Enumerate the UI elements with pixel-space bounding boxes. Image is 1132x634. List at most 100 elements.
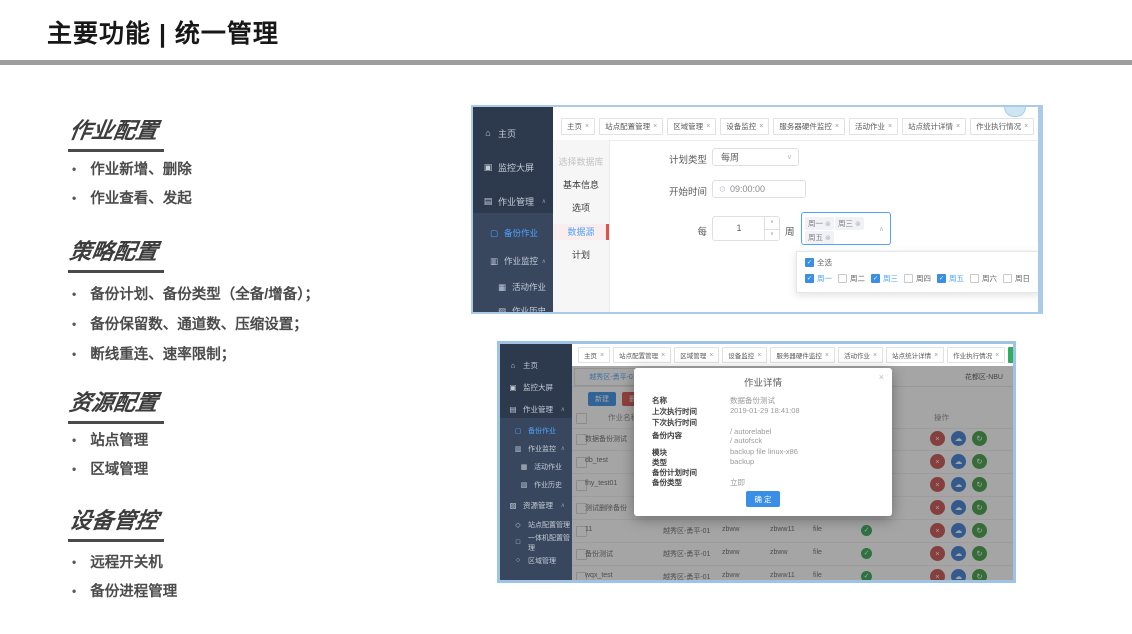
close-tab-icon[interactable]: × (825, 352, 829, 359)
tab-site-stats[interactable]: 站点统计详情 × (886, 347, 945, 363)
checkbox-icon[interactable] (970, 274, 979, 283)
step-plan[interactable]: 计划 (553, 247, 609, 263)
weekday-option[interactable]: 周二 (838, 273, 871, 284)
tab-label: 站点配置管理 (605, 122, 651, 131)
tab-job-exec[interactable]: 作业执行情况 × (970, 118, 1035, 135)
weekday-option[interactable]: 周四 (904, 273, 937, 284)
close-tab-icon[interactable]: × (661, 352, 665, 359)
checkbox-icon[interactable]: ✓ (937, 274, 946, 283)
close-tab-icon[interactable]: × (706, 123, 710, 130)
tab-region[interactable]: 区域管理 × (667, 118, 717, 135)
tab-region[interactable]: 区域管理 × (674, 347, 720, 363)
close-tab-icon[interactable]: × (995, 352, 999, 359)
tab-label: 主页 (567, 122, 582, 131)
checkbox-icon[interactable]: ✓ (871, 274, 880, 283)
close-tab-icon[interactable]: × (600, 352, 604, 359)
tab-site-config[interactable]: 站点配置管理 × (599, 118, 664, 135)
weekday-option[interactable]: 周六 (970, 273, 1003, 284)
tab-home[interactable]: 主页 × (578, 347, 611, 363)
step-basic-info[interactable]: 基本信息 (553, 177, 609, 193)
weekday-option[interactable]: ✓ 周五 (937, 273, 970, 284)
sidebar-item-job-management[interactable]: ▤ 作业管理 ∧ (473, 191, 553, 211)
sidebar-item-region-management[interactable]: ○ 区域管理 (500, 552, 572, 569)
sidebar-item-job-history[interactable]: ▧ 作业历史 (473, 301, 553, 314)
close-tab-icon[interactable]: × (873, 352, 877, 359)
close-tab-icon[interactable]: × (888, 123, 892, 130)
sidebar-item-job-monitor[interactable]: ▥ 作业监控 ∧ (500, 440, 572, 457)
close-tab-icon[interactable]: × (934, 352, 938, 359)
stepper-down-icon[interactable]: ∨ (764, 229, 779, 240)
job-history-icon: ▧ (497, 305, 507, 314)
sidebar-item-active-jobs[interactable]: ▦ 活动作业 (473, 277, 553, 297)
remove-tag-icon[interactable]: ⊗ (825, 234, 831, 242)
bullet-dot: • (72, 554, 77, 569)
tab-device-monitor[interactable]: 设备监控 × (722, 347, 768, 363)
weekday-multiselect[interactable]: 周一 ⊗ 周三 ⊗ 周五 ⊗ ∧ (801, 212, 891, 245)
tab-site-config[interactable]: 站点配置管理 × (613, 347, 672, 363)
tab-backup-jobs-active[interactable]: ●备份作业× (1008, 347, 1013, 363)
field-value: 2019-01-29 18:41:08 (730, 406, 800, 415)
sidebar-item-home[interactable]: ⌂ 主页 (500, 356, 572, 374)
checkbox-icon[interactable]: ✓ (805, 258, 814, 267)
sidebar-item-site-config[interactable]: ◇ 站点配置管理 (500, 516, 572, 533)
tab-server-hardware[interactable]: 服务器硬件监控 × (773, 118, 845, 135)
sidebar-item-label: 活动作业 (534, 463, 562, 471)
tab-active-jobs[interactable]: 活动作业 × (848, 118, 899, 135)
sidebar-item-job-history[interactable]: ▧ 作业历史 (500, 476, 572, 493)
select-all-option[interactable]: ✓ 全选 (805, 257, 832, 268)
close-tab-icon[interactable]: × (709, 352, 713, 359)
tab-home[interactable]: 主页 × (561, 118, 596, 135)
remove-tag-icon[interactable]: ⊗ (855, 220, 861, 228)
bullet-dot: • (72, 190, 77, 205)
tab-job-exec[interactable]: 作业执行情况 × (947, 347, 1006, 363)
close-tab-icon[interactable]: × (653, 123, 657, 130)
job-management-icon: ▤ (483, 195, 493, 206)
sidebar-item-label: 一体机配置管理 (528, 534, 570, 552)
start-time-input[interactable]: ⊙ 09:00:00 (712, 180, 806, 198)
close-icon[interactable]: × (879, 372, 884, 382)
sidebar-item-backup-jobs[interactable]: ▢ 备份作业 (473, 223, 553, 243)
sidebar-item-active-jobs[interactable]: ▦ 活动作业 (500, 458, 572, 475)
tab-label: 活动作业 (843, 353, 870, 360)
close-tab-icon[interactable]: × (956, 123, 960, 130)
checkbox-icon[interactable] (904, 274, 913, 283)
sidebar-item-resource-management[interactable]: ▨ 资源管理 ∧ (500, 496, 572, 514)
checkbox-icon[interactable] (1003, 274, 1012, 283)
selected-day-tag: 周五 ⊗ (805, 231, 834, 244)
sidebar-item-dashboard[interactable]: ▣ 监控大屏 (473, 157, 553, 177)
checkbox-icon[interactable] (838, 274, 847, 283)
title-divider (0, 60, 1132, 65)
site-config-icon: ◇ (515, 521, 521, 529)
week-count-stepper[interactable]: 1 ∧ ∨ (712, 216, 780, 241)
tab-device-monitor[interactable]: 设备监控 × (720, 118, 770, 135)
dashboard-icon: ▣ (483, 161, 493, 172)
tab-active-jobs[interactable]: 活动作业 × (837, 347, 884, 363)
plan-type-select[interactable]: 每周 ∨ (712, 148, 799, 166)
weekday-label: 周六 (982, 274, 997, 283)
sidebar-item-home[interactable]: ⌂ 主页 (473, 123, 553, 143)
sidebar-item-job-management[interactable]: ▤ 作业管理 ∧ (500, 400, 572, 418)
sidebar-item-job-monitor[interactable]: ▥ 作业监控 ∧ (473, 251, 553, 271)
close-tab-icon[interactable]: × (585, 123, 589, 130)
checkbox-icon[interactable]: ✓ (805, 274, 814, 283)
weekday-option[interactable]: ✓ 周一 (805, 273, 838, 284)
tab-backup-jobs[interactable]: 备份作业× (1038, 118, 1043, 135)
remove-tag-icon[interactable]: ⊗ (825, 220, 831, 228)
active-job-icon: ▦ (520, 463, 528, 471)
ok-button[interactable]: 确 定 (746, 491, 780, 507)
close-tab-icon[interactable]: × (757, 352, 761, 359)
close-tab-icon[interactable]: × (759, 123, 763, 130)
section-heading-resource-config: 资源配置 (68, 385, 165, 424)
sidebar-item-dashboard[interactable]: ▣ 监控大屏 (500, 378, 572, 396)
tab-site-stats[interactable]: 站点统计详情 × (902, 118, 967, 135)
sidebar-item-appliance-config[interactable]: □ 一体机配置管理 (500, 534, 572, 552)
weekday-option[interactable]: ✓ 周三 (871, 273, 904, 284)
close-tab-icon[interactable]: × (835, 123, 839, 130)
step-datasource[interactable]: 数据源 (553, 224, 609, 240)
sidebar-item-label: 监控大屏 (523, 382, 553, 392)
weekday-option[interactable]: 周日 (1003, 273, 1036, 284)
step-options[interactable]: 选项 (553, 200, 609, 216)
sidebar-item-backup-jobs[interactable]: ▢ 备份作业 (500, 422, 572, 439)
close-tab-icon[interactable]: × (1024, 123, 1028, 130)
tab-server-hardware[interactable]: 服务器硬件监控 × (770, 347, 835, 363)
